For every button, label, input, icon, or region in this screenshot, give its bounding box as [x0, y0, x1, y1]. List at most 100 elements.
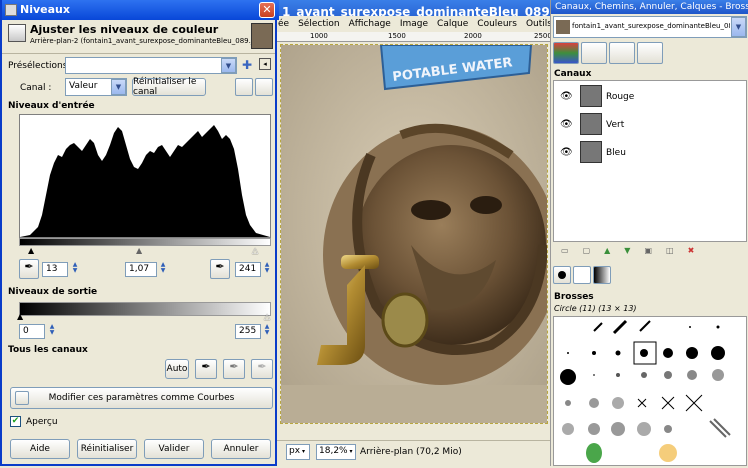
channels-list: 👁 Rouge 👁 Vert 👁 Bleu: [553, 80, 747, 242]
spin-arrows-icon[interactable]: ▲ ▼: [48, 324, 56, 336]
chevron-down-icon[interactable]: ▼: [221, 58, 236, 73]
output-low-handle[interactable]: ▲: [17, 312, 23, 321]
black-picker-icon[interactable]: ✒: [19, 259, 39, 279]
channel-row-blue[interactable]: 👁 Bleu: [554, 139, 746, 165]
spin-arrows-icon[interactable]: ▲ ▼: [263, 262, 271, 274]
chevron-down-icon[interactable]: ▼: [731, 17, 746, 37]
all-channels-label: Tous les canaux: [8, 345, 88, 355]
zoom-value: 18,2%: [319, 446, 348, 456]
channel-thumb: [580, 141, 602, 163]
preset-menu-icon[interactable]: ◂: [259, 58, 271, 70]
auto-button[interactable]: Auto: [165, 359, 189, 379]
tab-layers-icon[interactable]: [637, 42, 663, 64]
right-dock: Canaux, Chemins, Annuler, Calques - Bros…: [550, 0, 748, 466]
tab-channels-icon[interactable]: [553, 42, 579, 64]
channel-row-green[interactable]: 👁 Vert: [554, 111, 746, 137]
black-eyedropper-icon[interactable]: ✒: [195, 359, 217, 379]
spin-arrows-icon[interactable]: ▲ ▼: [263, 324, 271, 336]
ok-button[interactable]: Valider: [144, 439, 204, 459]
close-icon[interactable]: ✕: [259, 2, 275, 18]
channel-label: Rouge: [606, 92, 635, 102]
new-channel-icon[interactable]: ▢: [583, 246, 591, 260]
channels-title: Canaux: [554, 69, 592, 79]
preview-checkbox[interactable]: ✔: [10, 416, 21, 427]
spin-arrows-icon[interactable]: ▲ ▼: [71, 262, 79, 274]
help-button[interactable]: Aide: [10, 439, 70, 459]
input-high-field[interactable]: 241: [235, 262, 261, 277]
input-gamma-handle[interactable]: ▲: [136, 246, 142, 255]
white-picker-icon[interactable]: ✒: [210, 259, 230, 279]
raise-icon[interactable]: ▲: [604, 246, 610, 260]
linear-histogram-icon[interactable]: [235, 78, 253, 96]
tab-undo-icon[interactable]: [609, 42, 635, 64]
reset-channel-button[interactable]: Réinitialiser le canal: [132, 77, 206, 97]
duplicate-icon[interactable]: ▣: [644, 246, 652, 260]
input-gradient-bar: [19, 238, 271, 246]
menu-item[interactable]: ée: [278, 16, 289, 32]
image-selector[interactable]: fontain1_avant_surexpose_dominanteBleu_0…: [553, 16, 747, 38]
unit-select[interactable]: px ▾: [286, 444, 310, 460]
white-eyedropper-icon[interactable]: ✒: [251, 359, 273, 379]
add-preset-icon[interactable]: ✚: [242, 58, 252, 72]
gradients-tab-icon[interactable]: [593, 266, 611, 284]
presets-label: Présélections :: [8, 61, 74, 71]
input-high-handle[interactable]: △: [252, 246, 258, 255]
edit-as-curves-button[interactable]: Modifier ces paramètres comme Courbes: [10, 387, 273, 409]
brushes-grid[interactable]: [553, 316, 747, 466]
image-menubar: ée Sélection Affichage Image Calque Couleurs O…: [276, 16, 550, 32]
lower-icon[interactable]: ▼: [624, 246, 630, 260]
image-statusbar: px ▾ 18,2% ▾ Arrière-plan (70,2 Mio): [276, 440, 550, 466]
output-high-handle[interactable]: △: [264, 312, 270, 321]
chevron-down-icon[interactable]: ▼: [111, 79, 126, 95]
channel-row-red[interactable]: 👁 Rouge: [554, 83, 746, 109]
brushes-tab-icon[interactable]: [553, 266, 571, 284]
menu-item[interactable]: Affichage: [349, 16, 391, 32]
menu-item[interactable]: Image: [400, 16, 428, 32]
menu-item[interactable]: Sélection: [298, 16, 339, 32]
cancel-button[interactable]: Annuler: [211, 439, 271, 459]
delete-icon[interactable]: ✖: [688, 246, 695, 260]
selection-icon[interactable]: ◫: [666, 246, 674, 260]
gray-eyedropper-icon[interactable]: ✒: [223, 359, 245, 379]
presets-combo[interactable]: ▼: [65, 57, 237, 74]
horizontal-ruler: 1000 1500 2000 2500: [276, 32, 552, 42]
ruler-mark: 2000: [464, 32, 482, 40]
zoom-select[interactable]: 18,2% ▾: [316, 444, 356, 460]
eye-icon[interactable]: 👁: [560, 147, 573, 158]
preview-label: Aperçu: [26, 417, 58, 427]
output-high-field[interactable]: 255: [235, 324, 261, 339]
unit-value: px: [289, 446, 301, 456]
channel-thumb: [580, 85, 602, 107]
levels-tool-icon: [8, 24, 26, 42]
input-low-field[interactable]: 13: [42, 262, 68, 277]
brush-name: Circle (11) (13 × 13): [554, 304, 637, 313]
channel-label: Vert: [606, 120, 625, 130]
brush-tabs: [553, 266, 611, 284]
dialog-header: Ajuster les niveaux de couleur Arrière-p…: [2, 20, 275, 54]
eye-icon[interactable]: 👁: [560, 119, 573, 130]
menu-item[interactable]: Calque: [437, 16, 468, 32]
log-histogram-icon[interactable]: [255, 78, 273, 96]
input-low-handle[interactable]: ▲: [28, 246, 34, 255]
layer-thumb: [251, 23, 273, 49]
channel-select[interactable]: Valeur ▼: [65, 78, 127, 96]
edit-icon[interactable]: ▭: [561, 246, 569, 260]
edit-as-curves-label: Modifier ces paramètres comme Courbes: [48, 393, 235, 403]
eye-icon[interactable]: 👁: [560, 91, 573, 102]
image-canvas[interactable]: POTABLE WATER: [280, 44, 548, 424]
input-gamma-field[interactable]: 1,07: [125, 262, 157, 277]
histogram-plot: [20, 125, 270, 237]
output-low-field[interactable]: 0: [19, 324, 45, 339]
reset-button[interactable]: Réinitialiser: [77, 439, 137, 459]
spin-arrows-icon[interactable]: ▲ ▼: [159, 262, 167, 274]
dock-title: Canaux, Chemins, Annuler, Calques - Bros…: [551, 0, 748, 14]
menu-item[interactable]: Outils: [526, 16, 550, 32]
levels-dialog: Niveaux ✕ Ajuster les niveaux de couleur…: [0, 0, 279, 466]
patterns-tab-icon[interactable]: [573, 266, 591, 284]
levels-app-icon: [5, 4, 17, 16]
image-window: 1_avant_surexpose_dominanteBleu_089.jpg-…: [276, 0, 552, 466]
tab-paths-icon[interactable]: [581, 42, 607, 64]
input-levels-label: Niveaux d'entrée: [8, 101, 95, 111]
menu-item[interactable]: Couleurs: [477, 16, 517, 32]
histogram[interactable]: [19, 114, 271, 238]
